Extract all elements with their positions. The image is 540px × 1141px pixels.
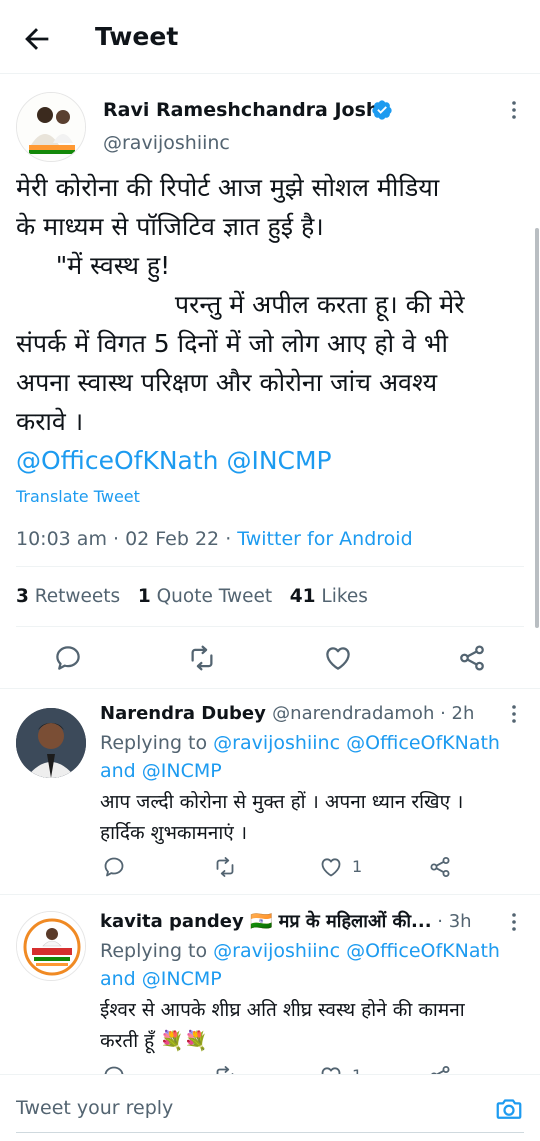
meta-separator: · <box>219 528 238 550</box>
section-divider <box>0 894 540 895</box>
divider <box>16 626 524 627</box>
page-title: Tweet <box>95 22 179 51</box>
reply-time: 3h <box>448 911 472 932</box>
reply-input-underline <box>16 1132 524 1133</box>
tweet-text: मेरी कोरोना की रिपोर्ट आज मुझे सोशल मीडि… <box>16 168 524 480</box>
share-icon <box>460 645 484 671</box>
avatar-image <box>17 912 85 980</box>
replying-mentions[interactable]: @ravijoshiinc @OfficeOfKNath <box>213 732 500 754</box>
reply-text-line: ईश्वर से आपके शीघ्र अति शीघ्र स्वस्थ होन… <box>100 999 465 1021</box>
verified-badge-icon <box>371 99 393 121</box>
tweet-text-line: अपना स्वास्थ परिक्षण और कोरोना जांच अवश्… <box>16 368 438 397</box>
reply-icon <box>56 646 80 670</box>
more-options-button[interactable] <box>502 98 526 122</box>
tweet-stats: 3 Retweets 1 Quote Tweet 41 Likes <box>16 583 368 611</box>
reply-text: आप जल्दी कोरोना से मुक्त हों । अपना ध्या… <box>100 787 510 849</box>
meta-separator: · <box>434 703 452 724</box>
top-app-bar <box>0 0 540 74</box>
reply-text-line: आप जल्दी कोरोना से मुक्त हों । अपना ध्या… <box>100 791 464 813</box>
heart-icon <box>326 647 350 670</box>
replying-mention-last[interactable]: @INCMP <box>142 760 222 782</box>
replying-mention-last[interactable]: @INCMP <box>142 968 222 990</box>
like-button[interactable] <box>319 855 343 879</box>
heart-icon <box>321 858 341 877</box>
retweets-stat[interactable]: 3 Retweets <box>16 586 120 607</box>
tweet-timestamp: 10:03 am · 02 Feb 22 · Twitter for Andro… <box>16 525 413 553</box>
reply-text-line: करती हूँ 💐💐 <box>100 1030 208 1052</box>
reply-author-name[interactable]: Narendra Dubey @narendradamoh · 2h <box>100 701 474 727</box>
add-photo-button[interactable] <box>494 1094 524 1124</box>
retweet-icon <box>216 857 234 877</box>
avatar-image <box>16 708 86 778</box>
tweet-text-line: करावे । <box>16 407 84 436</box>
quote-tweets-stat[interactable]: 1 Quote Tweet <box>138 586 272 607</box>
author-name[interactable]: Ravi Rameshchandra Joshi <box>103 96 386 124</box>
reply-text: ईश्वर से आपके शीघ्र अति शीघ्र स्वस्थ होन… <box>100 995 510 1057</box>
reply-more-options-button[interactable] <box>502 910 526 934</box>
retweet-button[interactable] <box>213 855 237 879</box>
like-button[interactable] <box>323 643 353 673</box>
reply-input[interactable] <box>16 1090 476 1126</box>
author-avatar[interactable] <box>16 92 86 162</box>
replying-to: Replying to @ravijoshiinc @OfficeOfKNath… <box>100 732 500 782</box>
reply-avatar[interactable] <box>16 911 86 981</box>
reply-author-name[interactable]: kavita pandey 🇮🇳 मप्र के महिलाओं की... ·… <box>100 909 472 935</box>
author-handle[interactable]: @ravijoshiinc <box>103 129 230 157</box>
camera-icon <box>496 1099 522 1119</box>
replying-to: Replying to @ravijoshiinc @OfficeOfKNath… <box>100 940 500 990</box>
back-button[interactable] <box>20 22 54 56</box>
reply-handle[interactable]: @narendradamoh <box>272 703 434 724</box>
divider <box>16 566 524 567</box>
meta-separator: · <box>431 911 449 932</box>
translate-tweet-link[interactable]: Translate Tweet <box>16 485 140 509</box>
share-icon <box>430 857 450 877</box>
reply-button[interactable] <box>102 855 126 879</box>
reply-text-line: हार्दिक शुभकामनाएं । <box>100 822 248 844</box>
likes-stat[interactable]: 41 Likes <box>290 586 368 607</box>
section-divider <box>0 688 540 689</box>
tweet-text-line: परन्तु में अपील करता हू। की मेरे <box>16 290 465 319</box>
tweet-text-line: के माध्यम से पॉजिटिव ज्ञात हुई है। <box>16 212 324 241</box>
share-button[interactable] <box>428 855 452 879</box>
arrow-left-icon <box>25 28 49 50</box>
reply-time: 2h <box>451 703 475 724</box>
reply-avatar[interactable] <box>16 708 86 778</box>
more-vertical-icon <box>512 913 516 931</box>
scrollbar[interactable] <box>535 228 539 628</box>
reply-icon <box>104 857 124 877</box>
reply-button[interactable] <box>53 643 83 673</box>
share-button[interactable] <box>457 643 487 673</box>
tweet-text-line: संपर्क में विगत 5 दिनों में जो लोग आए हो… <box>16 329 448 358</box>
tweet-source-link[interactable]: Twitter for Android <box>237 528 412 550</box>
meta-separator: · <box>106 528 126 550</box>
replying-mentions[interactable]: @ravijoshiinc @OfficeOfKNath <box>213 940 500 962</box>
avatar-image <box>17 93 85 161</box>
tweet-text-line: "में स्वस्थ हु! <box>16 251 171 280</box>
retweet-button[interactable] <box>187 643 217 673</box>
more-vertical-icon <box>512 101 516 119</box>
tweet-mentions[interactable]: @OfficeOfKNath @INCMP <box>16 441 524 480</box>
reply-more-options-button[interactable] <box>502 702 526 726</box>
like-count: 1 <box>352 857 363 876</box>
more-vertical-icon <box>512 705 516 723</box>
tweet-text-line: मेरी कोरोना की रिपोर्ट आज मुझे सोशल मीडि… <box>16 173 440 202</box>
tweet-date[interactable]: 02 Feb 22 <box>125 528 219 550</box>
retweet-icon <box>191 645 213 671</box>
tweet-time[interactable]: 10:03 am <box>16 528 107 550</box>
